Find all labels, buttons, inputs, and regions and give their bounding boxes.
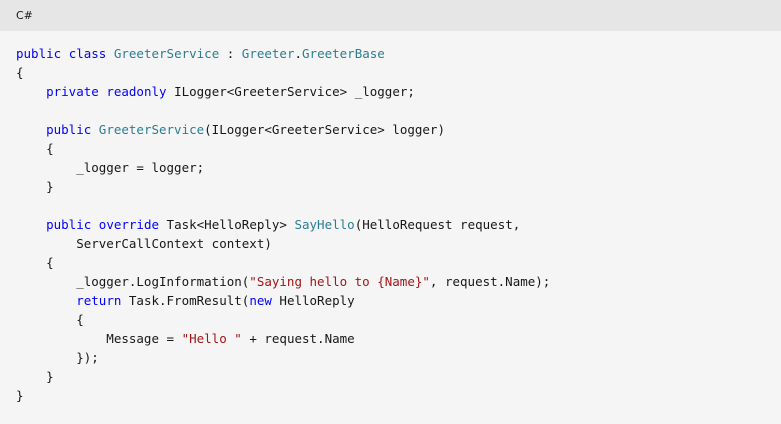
code-line: } [16,386,765,405]
code-header: C# [0,0,781,31]
code-token: GreeterService [113,46,220,61]
code-token: : [219,46,242,61]
code-token: HelloReply [271,293,355,308]
code-token: { [16,312,84,327]
code-line: } [16,177,765,196]
code-block: C# public class GreeterService : Greeter… [0,0,781,424]
code-token: Greeter [241,46,295,61]
code-line: public GreeterService(ILogger<GreeterSer… [16,120,765,139]
code-token: override [98,217,160,232]
code-token: private [46,84,99,99]
code-token: GreeterBase [302,46,385,61]
code-token: Message = [16,331,182,346]
code-token: }); [16,350,99,365]
code-line: { [16,139,765,158]
code-line: _logger = logger; [16,158,765,177]
code-token: { [16,255,54,270]
code-line: }); [16,348,765,367]
code-token: _logger = logger; [16,160,205,175]
code-line: public override Task<HelloReply> SayHell… [16,215,765,234]
code-body[interactable]: public class GreeterService : Greeter.Gr… [0,31,781,405]
code-line: Message = "Hello " + request.Name [16,329,765,348]
code-token: GreeterService [98,122,205,137]
code-token: , request.Name); [429,274,551,289]
code-token: class [68,46,107,61]
code-line: { [16,253,765,272]
code-token: . [294,46,303,61]
code-token: "Saying hello to {Name}" [249,274,430,289]
code-token: } [16,179,54,194]
code-token: Task.FromResult( [121,293,250,308]
code-token: + request.Name [241,331,355,346]
code-line: _logger.LogInformation("Saying hello to … [16,272,765,291]
code-token: Task<HelloReply> [159,217,295,232]
code-line: { [16,63,765,82]
code-token: "Hello " [181,331,242,346]
code-token: (HelloRequest request, [354,217,521,232]
code-token: } [16,369,54,384]
code-line: { [16,310,765,329]
code-token: public [16,46,62,61]
code-line: } [16,367,765,386]
code-token: public [46,217,92,232]
code-token: ILogger<GreeterService> _logger; [166,84,415,99]
code-token: new [249,293,272,308]
language-label: C# [16,9,33,22]
code-token: public [46,122,92,137]
code-token: _logger.LogInformation( [16,274,250,289]
code-line: public class GreeterService : Greeter.Gr… [16,44,765,63]
code-token: } [16,388,24,403]
code-token: SayHello [294,217,355,232]
code-token: (ILogger<GreeterService> logger) [204,122,445,137]
code-token: readonly [106,84,167,99]
code-token: { [16,65,24,80]
code-line: return Task.FromResult(new HelloReply [16,291,765,310]
code-token: return [76,293,122,308]
code-token: { [16,141,54,156]
code-token: ServerCallContext context) [16,236,272,251]
code-line: private readonly ILogger<GreeterService>… [16,82,765,101]
code-line: ServerCallContext context) [16,234,765,253]
